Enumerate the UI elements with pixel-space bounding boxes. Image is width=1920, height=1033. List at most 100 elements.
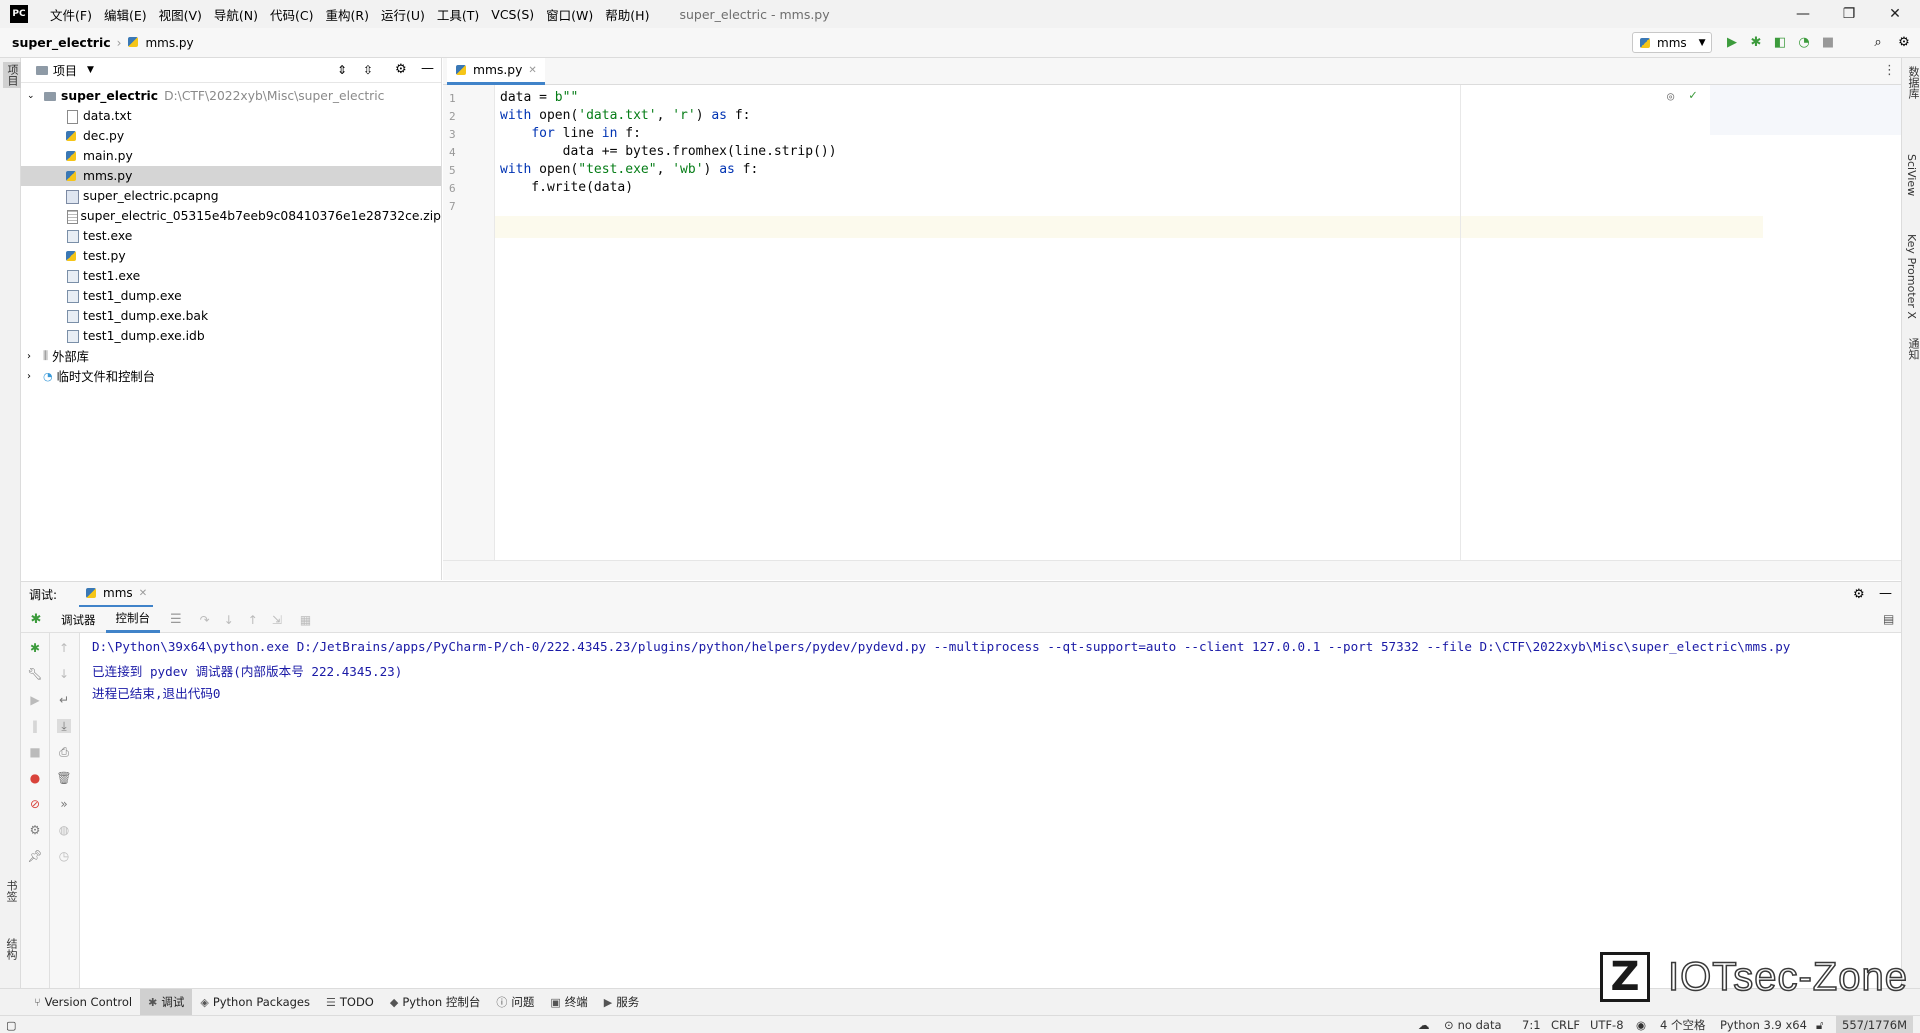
tree-file-row[interactable]: test.py [21,246,441,266]
menu-tools[interactable]: 工具(T) [437,5,479,24]
sciview-tool-button[interactable]: SciView [1905,154,1918,196]
gear-icon[interactable]: ⚙ [1853,587,1865,602]
python-prompt-icon[interactable]: ◍ [57,823,71,837]
stop-icon[interactable]: ■ [1820,34,1836,50]
expand-all-icon[interactable]: ⇕ [337,63,347,77]
profile-icon[interactable]: ◔ [1796,34,1812,50]
notifications-tool-button[interactable]: 通知 [1905,338,1920,360]
evaluate-icon[interactable]: ▦ [300,613,311,627]
tree-file-row[interactable]: test1_dump.exe.bak [21,306,441,326]
gear-icon[interactable]: ⚙ [395,62,407,77]
debug-session-tab[interactable]: mms ✕ [79,582,154,608]
tool-button[interactable]: ◆ Python 控制台 [382,989,489,1016]
key-promoter-tool-button[interactable]: Key Promoter X [1905,234,1918,319]
project-tool-button[interactable]: 项目 [3,62,21,88]
layout-icon[interactable]: ☰ [170,612,182,627]
tab-mms-py[interactable]: mms.py ✕ [447,58,545,85]
more-options-icon[interactable]: ⋮ [1883,63,1896,78]
step-into-icon[interactable]: ↓ [224,613,234,627]
show-command-line-icon[interactable]: » [57,797,71,811]
tab-console[interactable]: 控制台 [105,607,160,633]
lock-icon[interactable]: 🔓︎ [1816,1016,1823,1033]
code-editor[interactable]: 1 2 3 4 5 6 7 ◎ ✓ data = b"" with open('data.tx… [443,85,1901,560]
chevron-down-icon[interactable]: ⌄ [27,91,39,101]
breadcrumb-file[interactable]: mms.py [127,35,194,50]
scroll-to-end-icon[interactable]: ⤓ [57,719,71,733]
python-interpreter[interactable]: Python 3.9 x64 [1720,1016,1807,1033]
menu-vcs[interactable]: VCS(S) [491,7,534,22]
editor-scrollbar[interactable] [443,560,1901,580]
step-over-icon[interactable]: ↷ [200,613,210,627]
tree-external-libraries[interactable]: › ⫼ 外部库 [21,346,441,366]
close-icon[interactable]: ✕ [528,65,536,76]
hide-panel-icon[interactable]: — [1879,586,1892,601]
chevron-down-icon[interactable]: ▼ [87,65,94,75]
menu-file[interactable]: 文件(F) [50,5,92,24]
tree-file-row[interactable]: mms.py [21,166,441,186]
tool-button[interactable]: ⑂ Version Control [26,989,140,1016]
arrow-up-icon[interactable]: ↑ [57,641,71,655]
minimize-button[interactable]: — [1780,0,1826,28]
menu-help[interactable]: 帮助(H) [605,5,649,24]
tree-file-row[interactable]: test1_dump.exe.idb [21,326,441,346]
toggle-tool-windows-icon[interactable]: ▢ [6,1016,16,1033]
line-separator[interactable]: CRLF [1551,1016,1580,1033]
view-breakpoints-icon[interactable]: ● [28,771,42,785]
file-encoding[interactable]: UTF-8 [1590,1016,1624,1033]
menu-code[interactable]: 代码(C) [270,5,313,24]
search-icon[interactable]: ⌕ [1870,34,1886,50]
tree-file-row[interactable]: test1_dump.exe [21,286,441,306]
eye-icon[interactable]: ◉ [1636,1016,1646,1033]
project-panel-title[interactable]: 项目 [53,62,77,79]
debug-console[interactable]: D:\Python\39x64\python.exe D:/JetBrains/… [80,633,1901,988]
database-tool-button[interactable]: 数据库 [1905,66,1920,99]
run-config-select[interactable]: mms ▼ [1632,32,1712,53]
tree-file-row[interactable]: main.py [21,146,441,166]
tab-debugger[interactable]: 调试器 [51,607,106,633]
tree-scratches[interactable]: › ◔ 临时文件和控制台 [21,366,441,386]
coverage-icon[interactable]: ◧ [1772,34,1788,50]
debug-icon[interactable]: ✱ [1748,34,1764,50]
tool-button[interactable]: ☰ TODO [318,989,382,1016]
hide-panel-icon[interactable]: — [421,61,434,76]
tree-file-row[interactable]: super_electric_05315e4b7eeb9c08410376e1e… [21,206,441,226]
restore-layout-icon[interactable]: ▤ [1883,612,1894,626]
mute-breakpoints-icon[interactable]: ⊘ [28,797,42,811]
chevron-right-icon[interactable]: › [27,351,39,362]
menu-edit[interactable]: 编辑(E) [104,5,147,24]
pause-icon[interactable]: ‖ [28,719,42,733]
debug-icon[interactable]: ✱ [28,641,42,655]
structure-tool-button[interactable]: 结构 [3,938,19,960]
tree-root[interactable]: ⌄ super_electric D:\CTF\2022xyb\Misc\sup… [21,86,441,106]
rerun-debug-icon[interactable]: ✱ [21,612,51,627]
tool-button[interactable]: ▶ 服务 [596,989,647,1016]
close-window-button[interactable]: ✕ [1872,0,1918,28]
collapse-all-icon[interactable]: ⇳ [363,63,373,77]
trash-icon[interactable]: 🗑︎ [56,771,71,785]
stop-icon[interactable]: ■ [28,745,42,759]
no-data-status[interactable]: ⊙ no data [1444,1016,1502,1033]
history-icon[interactable]: ◷ [57,849,71,863]
arrow-down-icon[interactable]: ↓ [57,667,71,681]
tree-file-row[interactable]: super_electric.pcapng [21,186,441,206]
tool-button[interactable]: ◈ Python Packages [192,989,318,1016]
close-icon[interactable]: ✕ [139,588,147,599]
restore-button[interactable]: ❐ [1826,0,1872,28]
caret-position[interactable]: 7:1 [1522,1016,1541,1033]
chevron-right-icon[interactable]: › [27,371,39,382]
menu-refactor[interactable]: 重构(R) [326,5,369,24]
soft-wrap-icon[interactable]: ↵ [57,693,71,707]
gear-icon[interactable]: ⚙ [1896,34,1912,50]
reader-mode-icon[interactable]: ◎ [1667,89,1674,103]
menu-run[interactable]: 运行(U) [381,5,425,24]
step-out-icon[interactable]: ↑ [248,613,258,627]
bookmarks-tool-button[interactable]: 书签 [3,880,19,902]
pin-icon[interactable]: 📌︎ [27,849,42,863]
wrench-icon[interactable]: 🔧︎ [27,667,42,681]
tree-file-row[interactable]: test.exe [21,226,441,246]
code-minimap[interactable] [1710,85,1901,135]
menu-view[interactable]: 视图(V) [159,5,202,24]
gear-icon[interactable]: ⚙ [28,823,42,837]
breadcrumb-project[interactable]: super_electric [12,35,111,50]
tree-file-row[interactable]: dec.py [21,126,441,146]
